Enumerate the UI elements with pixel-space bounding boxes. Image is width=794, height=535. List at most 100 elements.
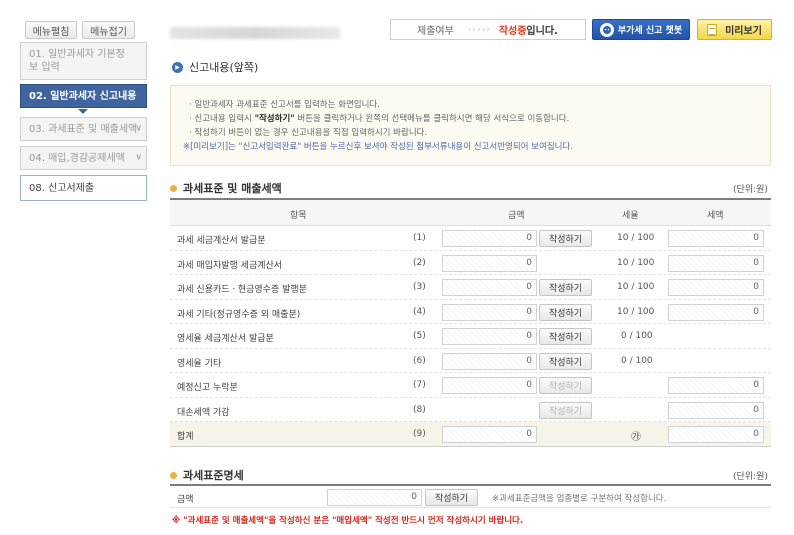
notice-line: · 일반과세자 과세표준 신고서를 입력하는 화면입니다. [189,100,380,110]
base-write-button[interactable]: 작성하기 [425,489,478,506]
page-title: ▶ 신고내용(앞쪽) [172,59,258,75]
chatbot-label: 부가세 신고 챗봇 [617,26,683,36]
row-number: (2) [413,257,426,268]
row-number: (3) [413,282,426,292]
warning-text: ※ "과세표준 및 매출세액"을 작성하신 분은 "매입세액" 작성전 반드시 … [172,516,524,526]
chevron-down-icon: ∨ [135,152,142,163]
amount-input[interactable]: 0 [442,279,537,296]
row-label: 합계 [177,432,194,442]
amount-input[interactable]: 0 [442,254,537,272]
write-button[interactable]: 작성하기 [539,401,592,419]
write-button[interactable]: 작성하기 [539,303,592,321]
amount-input[interactable]: 0 [442,377,537,394]
write-button[interactable]: 작성하기 [539,377,592,394]
row-label: 과세 매입자발행 세금계산서 [177,260,283,271]
base-amount-row: 금액 0 작성하기 ※과세표준금액을 업종별로 구분하여 작성합니다. [170,484,771,508]
chatbot-button[interactable]: 부가세 신고 챗봇 [592,19,690,40]
amount-input[interactable]: 0 [442,303,537,321]
amount-input[interactable]: 0 [442,352,537,370]
sidebar-item-label: 02. 일반과세자 신고내용 [29,90,137,102]
sidebar-item-basic-info[interactable]: 01. 일반과세자 기본정보 입력 [20,42,147,80]
write-button[interactable]: 작성하기 [539,279,592,296]
unit-label: (단위:원) [733,472,768,482]
base-amount-input[interactable]: 0 [327,489,422,506]
notice-line-preview: ※[미리보기]는 "신고서입력완료" 버튼을 누르신후 보셔야 작성된 첨부서류… [183,142,573,152]
status-value: 작성중 [498,26,527,37]
arrow-circle-icon: ▶ [172,61,183,73]
header-tax: 세액 [707,211,724,221]
amount-input[interactable]: 0 [442,230,537,247]
bullet-icon [170,471,177,479]
tax-rate: 10 / 100 [617,282,655,292]
table-row: 과세 기타(정규영수증 외 매출분) (4) 0 작성하기 10 / 100 0 [170,300,771,324]
total-marker: ㉮ [631,432,641,443]
tax-input[interactable]: 0 [668,401,764,419]
sidebar: 메뉴펼침 메뉴접기 01. 일반과세자 기본정보 입력 02. 일반과세자 신고… [0,0,156,535]
blurred-user-info [170,27,340,39]
sidebar-item-purchase-deduction[interactable]: 04. 매입,경감공제세액 ∨ [20,146,147,170]
tax-rate: 10 / 100 [617,306,655,317]
tax-rate: 0 / 100 [621,331,653,341]
page-title-text: 신고내용(앞쪽) [189,61,259,74]
row-number: (9) [413,429,426,439]
tax-input[interactable]: 0 [668,279,764,296]
row-label: 과세 세금계산서 발급분 [177,236,266,246]
row-number: (8) [413,404,426,415]
chevron-down-icon: ∨ [135,123,142,134]
sidebar-item-label: 04. 매입,경감공제세액 [29,152,125,164]
row-label: 예정신고 누락분 [177,383,238,393]
row-number: (1) [413,233,426,243]
unit-label: (단위:원) [733,185,768,195]
active-pointer-icon [78,109,88,114]
sidebar-item-submit[interactable]: 08. 신고서제출 [20,175,147,201]
menu-expand-button[interactable]: 메뉴펼침 [25,21,77,39]
table-row: 대손세액 가감 (8) 작성하기 0 [170,398,771,422]
menu-collapse-button[interactable]: 메뉴접기 [82,21,135,39]
notice-line: · 신고내용 입력시 "작성하기" 버튼을 클릭하거나 왼쪽의 선택메뉴를 클릭… [189,114,570,124]
amount-input[interactable]: 0 [442,328,537,345]
status-arrows-icon: ››››› [467,24,491,35]
row-number: (6) [413,355,426,366]
table-row: 과세 매입자발행 세금계산서 (2) 0 10 / 100 0 [170,251,771,275]
table-body: 과세 세금계산서 발급분 (1) 0 작성하기 10 / 100 0 과세 매입자발행 세금… [170,226,771,447]
table-row: 과세 세금계산서 발급분 (1) 0 작성하기 10 / 100 0 [170,226,771,251]
bullet-icon [170,184,177,192]
header-rate: 세율 [622,211,639,221]
tax-input[interactable]: 0 [668,254,764,272]
sidebar-item-tax-base[interactable]: 03. 과세표준 및 매출세액 ∨ [20,117,147,141]
row-number: (7) [413,380,426,390]
tax-rate: 10 / 100 [617,257,655,268]
tax-table: 항목 금액 세율 세액 과세 세금계산서 발급분 (1) 0 작성하기 10 / 100… [170,198,771,447]
table-row: 예정신고 누락분 (7) 0 작성하기 0 [170,373,771,398]
base-section-title: 과세표준명세 [170,467,244,483]
tax-input[interactable]: 0 [668,230,764,247]
header-item: 항목 [290,211,307,221]
notice-line: · 작성하기 버튼이 없는 경우 신고내용을 직접 입력하시기 바랍니다. [189,128,428,138]
row-number: (5) [413,331,426,341]
row-label: 대손세액 가감 [177,407,230,418]
write-button[interactable]: 작성하기 [539,328,592,345]
status-label: 제출여부 [417,26,454,37]
tax-rate: 10 / 100 [617,233,655,243]
notice-box: · 일반과세자 과세표준 신고서를 입력하는 화면입니다. · 신고내용 입력시… [170,85,771,166]
table-row: 영세율 세금계산서 발급분 (5) 0 작성하기 0 / 100 [170,324,771,349]
tax-input[interactable]: 0 [668,303,764,321]
status-suffix: 입니다. [526,26,558,37]
base-note: ※과세표준금액을 업종별로 구분하여 작성합니다. [492,494,667,504]
preview-label: 미리보기 [725,26,762,37]
base-amount-label: 금액 [177,495,194,505]
tax-input[interactable]: 0 [668,377,764,394]
amount-input[interactable]: 0 [442,426,537,443]
sidebar-item-label: 03. 과세표준 및 매출세액 [29,123,138,135]
table-row: 과세 신용카드ㆍ현금영수증 발행분 (3) 0 작성하기 10 / 100 0 [170,275,771,300]
write-button[interactable]: 작성하기 [539,230,592,247]
sidebar-item-report-content[interactable]: 02. 일반과세자 신고내용 [20,84,147,108]
row-label: 과세 기타(정규영수증 외 매출분) [177,309,301,320]
write-button[interactable]: 작성하기 [539,352,592,370]
tax-input[interactable]: 0 [668,426,764,443]
preview-button[interactable]: 미리보기 [697,19,772,40]
sidebar-item-label: 01. 일반과세자 기본정보 입력 [29,49,125,73]
tax-rate: 0 / 100 [621,355,653,366]
header-amount: 금액 [508,211,525,221]
chatbot-icon [599,22,614,37]
